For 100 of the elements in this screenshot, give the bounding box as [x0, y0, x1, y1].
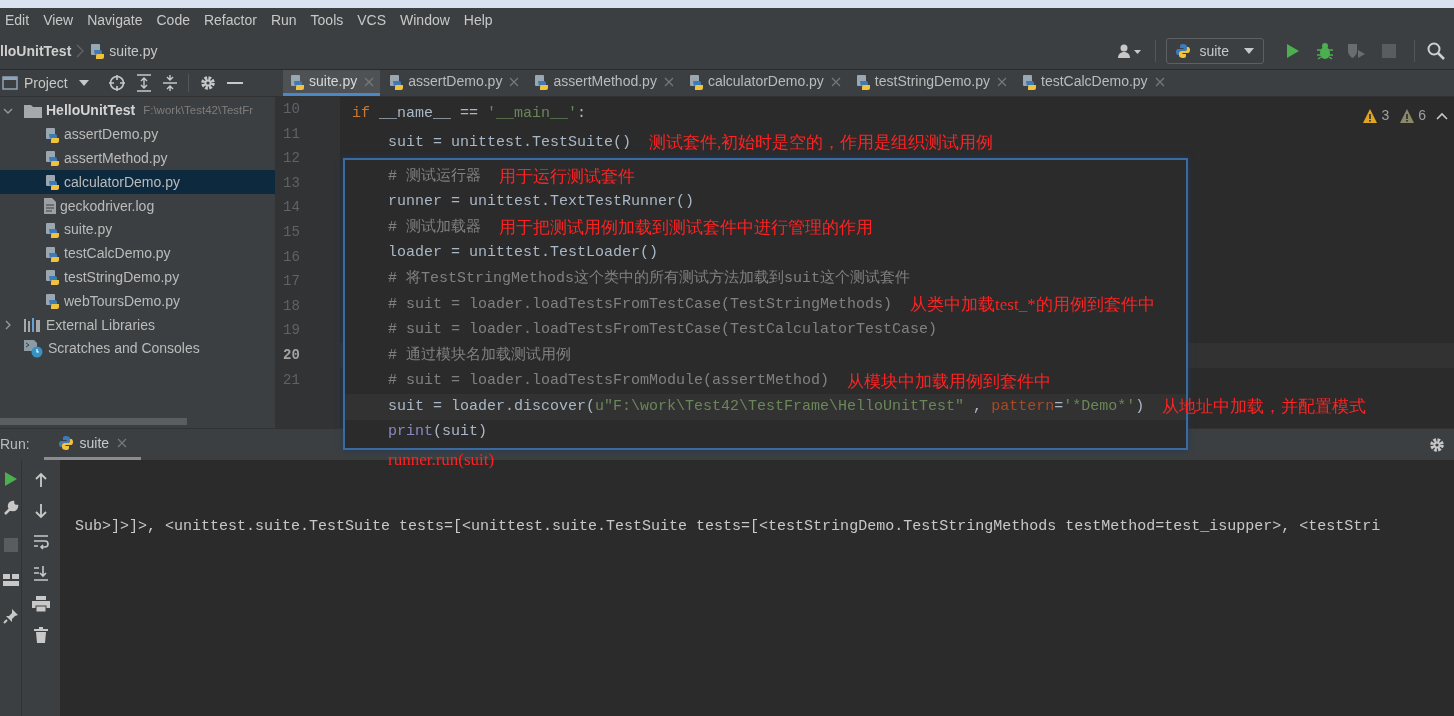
editor-tab[interactable]: calculatorDemo.py [681, 70, 847, 96]
breadcrumb-item[interactable]: lloUnitTest [0, 40, 72, 62]
trash-icon[interactable] [34, 627, 48, 643]
code-line: suit = unittest.TestSuite() [387, 132, 632, 153]
code-line: # suit = loader.loadTestsFromTestCase(TestCalculatorTestCase) [388, 320, 938, 341]
folder-path: F:\work\Test42\TestFr [143, 103, 254, 119]
collapse-all-icon[interactable] [161, 74, 178, 92]
menu-item[interactable]: Code [156, 10, 190, 31]
menu-item[interactable]: View [43, 10, 74, 31]
annotation: runner.run(suit) [387, 450, 496, 470]
breadcrumb-item[interactable]: suite.py [89, 40, 158, 62]
menu-item[interactable]: Help [463, 10, 493, 31]
python-file-icon [1021, 73, 1037, 90]
arrow-down-icon[interactable] [34, 503, 48, 519]
settings-icon[interactable] [1428, 435, 1446, 454]
text-file-icon [44, 198, 56, 215]
run-icon[interactable] [1284, 43, 1300, 59]
menu-item[interactable]: Tools [310, 10, 344, 31]
crosshair-icon[interactable] [107, 74, 126, 92]
item-label: calculatorDemo.py [64, 172, 180, 192]
code-line: # 测试运行器 [388, 166, 481, 187]
menu-item[interactable]: Edit [5, 10, 30, 31]
settings-icon[interactable] [198, 74, 217, 92]
chevron-up-icon[interactable] [1436, 110, 1448, 121]
layout-icon[interactable] [2, 574, 19, 586]
python-file-icon [687, 73, 704, 90]
item-label: Scratches and Consoles [48, 339, 200, 359]
print-icon[interactable] [32, 596, 50, 612]
tree-item[interactable]: External Libraries [0, 313, 275, 337]
python-file-icon [533, 73, 550, 90]
annotation: 从地址中加载，并配置模式 [1162, 396, 1367, 419]
menu-item[interactable]: Refactor [203, 10, 257, 31]
menu-item[interactable]: Navigate [87, 10, 143, 31]
soft-wrap-icon[interactable] [33, 534, 49, 550]
expand-all-icon[interactable] [135, 74, 152, 92]
console-output: Sub>]>]>, <unittest.suite.TestSuite tests=[<unittest.suite.TestSuite tests=[<testStringDemo.TestStringMethods testMethod=test_isupper>, <testStri [75, 517, 1382, 537]
python-file-icon [44, 174, 60, 191]
annotation: 从模块中加载用例到套件中 [847, 370, 1052, 393]
annotation: 用于把测试用例加载到测试套件中进行管理的作用 [499, 217, 873, 240]
tree-item[interactable]: geckodriver.log [0, 194, 275, 218]
tree-item[interactable]: suite.py [0, 218, 275, 242]
line-number: 20 [283, 345, 301, 365]
code-line: print(suit) [388, 422, 488, 443]
inspection-counter[interactable]: 3 [1362, 105, 1390, 126]
item-label: HelloUnitTest [46, 101, 136, 121]
editor-tab[interactable]: testStringDemo.py [848, 70, 1013, 96]
item-label: testCalcDemo.py [64, 244, 171, 264]
code-line: # suit = loader.loadTestsFromTestCase(TestStringMethods) [388, 294, 893, 315]
tree-item[interactable]: testCalcDemo.py [0, 241, 275, 266]
editor-tab[interactable]: assertDemo.py [382, 70, 526, 96]
warning-icon [1399, 107, 1416, 124]
menu-item[interactable]: Window [400, 10, 450, 31]
tree-item[interactable]: calculatorDemo.py [0, 170, 275, 195]
item-label: assertMethod.py [64, 149, 168, 168]
tree-item[interactable]: Scratches and Consoles [0, 336, 275, 361]
tree-item[interactable]: testStringDemo.py [0, 265, 275, 290]
project-view-dropdown[interactable]: Project [2, 72, 90, 94]
tree-item[interactable]: assertDemo.py [0, 122, 275, 147]
python-file-icon [44, 269, 60, 286]
editor-tab[interactable]: testCalcDemo.py [1015, 70, 1171, 96]
python-file-icon [44, 293, 60, 310]
arrow-up-icon[interactable] [34, 472, 48, 488]
code-line: # 将TestStringMethods这个类中的所有测试方法加载到suit这个测试套件 [388, 268, 911, 289]
window-icon [2, 76, 18, 90]
python-file-icon [89, 43, 106, 59]
code-line: # 通过模块名加载测试用例 [388, 345, 571, 366]
wrench-icon[interactable] [2, 500, 19, 516]
inspection-counter[interactable]: 6 [1399, 105, 1426, 126]
code-line: runner = unittest.TextTestRunner() [388, 192, 695, 213]
item-label: External Libraries [46, 315, 155, 335]
panel-title: Run: [0, 435, 30, 454]
tree-item[interactable]: assertMethod.py [0, 146, 275, 171]
search-icon[interactable] [1427, 42, 1445, 60]
scrollbar[interactable] [0, 418, 187, 425]
editor-tab[interactable]: assertMethod.py [527, 70, 680, 96]
code-line: # 测试加载器 [388, 217, 481, 238]
python-file-icon [289, 73, 305, 90]
annotation: 用于运行测试套件 [499, 166, 635, 189]
python-file-icon [44, 221, 60, 238]
run-config-dropdown[interactable]: suite [1166, 38, 1264, 64]
pin-icon[interactable] [2, 608, 19, 624]
minimize-icon[interactable] [226, 81, 243, 85]
scratch-clock-icon [24, 339, 44, 358]
editor-tab[interactable]: suite.py [283, 70, 381, 96]
annotation: 测试套件,初始时是空的，作用是组织测试用例 [649, 132, 994, 154]
python-file-icon [44, 245, 60, 262]
scroll-to-end-icon[interactable] [33, 565, 49, 581]
code-line: loader = unittest.TestLoader() [388, 243, 659, 264]
code-line: # suit = loader.loadTestsFromModule(assertMethod) [388, 371, 830, 392]
menu-item[interactable]: Run [270, 10, 297, 31]
library-bars-icon [24, 318, 42, 333]
menu-item[interactable]: VCS [357, 10, 387, 31]
run-icon[interactable] [3, 472, 18, 486]
bug-icon[interactable] [1316, 42, 1334, 60]
user-icon[interactable] [1117, 43, 1144, 59]
python-file-icon [44, 150, 60, 167]
python-file-icon [44, 126, 60, 143]
tree-item[interactable]: HelloUnitTest F:\work\Test42\TestFr [0, 99, 275, 123]
tree-item[interactable]: webToursDemo.py [0, 289, 275, 314]
python-file-icon [854, 73, 871, 90]
